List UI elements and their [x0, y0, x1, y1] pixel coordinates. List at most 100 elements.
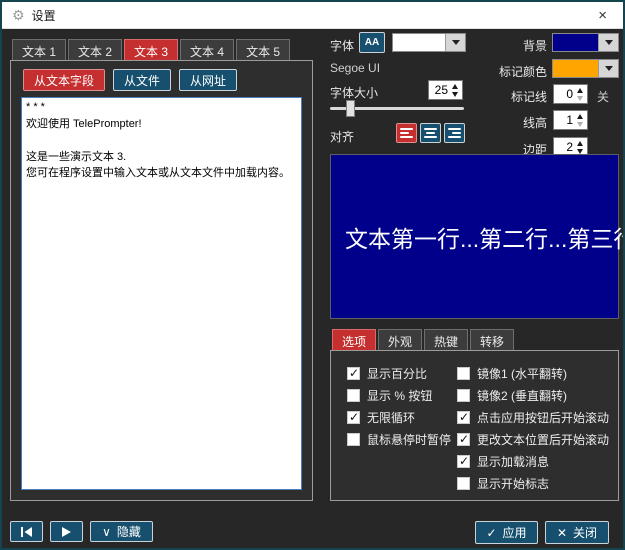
marker-color-swatch [553, 60, 598, 77]
option-checkbox-row[interactable]: 显示百分比 [347, 362, 451, 384]
align-center-button[interactable] [420, 123, 441, 143]
window-close-button[interactable]: × [592, 8, 613, 23]
current-font-name: Segoe UI [330, 61, 380, 75]
align-label: 对齐 [330, 128, 354, 145]
background-color-dropdown[interactable] [552, 33, 619, 52]
background-label: 背景 [472, 37, 547, 54]
font-picker-button[interactable]: AA [359, 32, 385, 53]
teleprompter-preview: 文本第一行...第二行...第三行 [330, 154, 619, 319]
checkbox-label: 显示加载消息 [477, 453, 549, 470]
spin-up-icon[interactable] [452, 84, 458, 89]
source-button[interactable]: 从网址 [179, 69, 237, 91]
spin-up-icon[interactable] [577, 141, 583, 146]
spin-down-icon[interactable] [452, 92, 458, 97]
play-button[interactable] [50, 521, 83, 542]
spin-down-icon[interactable] [577, 122, 583, 127]
checkbox-icon [457, 389, 470, 402]
checkbox-label: 显示 % 按钮 [367, 387, 432, 404]
checkbox-icon [347, 389, 360, 402]
font-label: 字体 [330, 37, 354, 54]
spin-up-icon[interactable] [577, 114, 583, 119]
source-buttons: 从文本字段 从文件 从网址 [23, 69, 237, 91]
apply-button[interactable]: ✓ 应用 [475, 521, 538, 544]
background-color-arrow[interactable] [598, 34, 618, 51]
checkbox-icon [347, 367, 360, 380]
font-color-swatch [393, 34, 445, 51]
checkbox-column-right: 镜像1 (水平翻转) 镜像2 (垂直翻转) 点击应用按钮后开始滚动 更改文本位置… [457, 362, 609, 494]
window-title: 设置 [32, 7, 56, 24]
hide-button[interactable]: ∨ 隐藏 [90, 521, 153, 542]
option-checkbox-row[interactable]: 点击应用按钮后开始滚动 [457, 406, 609, 428]
source-button[interactable]: 从文本字段 [23, 69, 105, 91]
option-checkbox-row[interactable]: 镜像1 (水平翻转) [457, 362, 609, 384]
apply-button-label: 应用 [503, 524, 527, 541]
option-checkbox-row[interactable]: 鼠标悬停时暂停 [347, 428, 451, 450]
checkbox-label: 显示百分比 [367, 365, 427, 382]
marker-color-dropdown[interactable] [552, 59, 619, 78]
check-icon: ✓ [486, 527, 496, 539]
spin-down-icon[interactable] [577, 149, 583, 154]
checkbox-icon [457, 477, 470, 490]
checkbox-label: 无限循环 [367, 409, 415, 426]
option-checkbox-row[interactable]: 镜像2 (垂直翻转) [457, 384, 609, 406]
font-picker-icon: AA [365, 37, 379, 48]
font-size-value: 25 [429, 83, 448, 97]
margin-value: 2 [554, 140, 573, 154]
checkbox-label: 镜像1 (水平翻转) [477, 365, 567, 382]
play-icon [62, 527, 71, 537]
checkbox-label: 显示开始标志 [477, 475, 549, 492]
checkbox-icon [347, 433, 360, 446]
checkbox-label: 更改文本位置后开始滚动 [477, 431, 609, 448]
marker-line-value: 0 [554, 87, 573, 101]
align-right-button[interactable] [444, 123, 465, 143]
option-checkbox-row[interactable]: 无限循环 [347, 406, 451, 428]
background-color-swatch [553, 34, 598, 51]
font-size-spinner[interactable]: 25 [428, 80, 463, 100]
close-icon: ✕ [557, 527, 567, 539]
marker-line-state: 关 [597, 88, 609, 105]
line-height-label: 线高 [472, 114, 547, 131]
font-size-label: 字体大小 [330, 84, 378, 101]
font-color-dropdown[interactable] [392, 33, 466, 52]
checkbox-label: 镜像2 (垂直翻转) [477, 387, 567, 404]
option-checkbox-row[interactable]: 显示开始标志 [457, 472, 609, 494]
slider-thumb[interactable] [346, 100, 355, 117]
text-source-group: 从文本字段 从文件 从网址 * * * 欢迎使用 TelePrompter! 这… [10, 60, 313, 501]
checkbox-icon [457, 455, 470, 468]
checkbox-label: 鼠标悬停时暂停 [367, 431, 451, 448]
skip-to-start-button[interactable] [10, 521, 43, 542]
line-height-value: 1 [554, 113, 573, 127]
option-checkbox-row[interactable]: 显示加载消息 [457, 450, 609, 472]
checkbox-icon [457, 367, 470, 380]
spin-down-icon[interactable] [577, 96, 583, 101]
options-group: 显示百分比 显示 % 按钮 无限循环 鼠标悬停时暂停 [330, 350, 619, 501]
checkbox-column-left: 显示百分比 显示 % 按钮 无限循环 鼠标悬停时暂停 [347, 362, 451, 450]
font-color-arrow[interactable] [445, 34, 465, 51]
marker-color-arrow[interactable] [598, 60, 618, 77]
close-button[interactable]: ✕ 关闭 [545, 521, 609, 544]
option-checkbox-row[interactable]: 显示 % 按钮 [347, 384, 451, 406]
option-checkbox-row[interactable]: 更改文本位置后开始滚动 [457, 428, 609, 450]
marker-color-label: 标记颜色 [472, 63, 547, 80]
checkbox-icon [347, 411, 360, 424]
skip-to-start-icon [21, 527, 32, 537]
source-button[interactable]: 从文件 [113, 69, 171, 91]
text-editor[interactable]: * * * 欢迎使用 TelePrompter! 这是一些演示文本 3. 您可在… [21, 97, 302, 490]
font-size-slider[interactable] [330, 100, 464, 117]
gear-icon: ⚙ [12, 8, 25, 22]
titlebar: ⚙ 设置 × [2, 2, 623, 29]
close-button-label: 关闭 [573, 524, 597, 541]
settings-window: ⚙ 设置 × 文本 1 文本 2 文本 3 文本 4 文本 5 从文本字段 从文… [0, 0, 625, 550]
dropdown-arrow-icon [452, 40, 460, 45]
hide-button-label: 隐藏 [117, 523, 141, 540]
checkbox-icon [457, 433, 470, 446]
checkbox-label: 点击应用按钮后开始滚动 [477, 409, 609, 426]
marker-line-label: 标记线 [472, 88, 547, 105]
align-left-button[interactable] [396, 123, 417, 143]
line-height-spinner[interactable]: 1 [553, 110, 588, 130]
marker-line-spinner[interactable]: 0 [553, 84, 588, 104]
spin-up-icon[interactable] [577, 88, 583, 93]
dropdown-arrow-icon [605, 40, 613, 45]
chevron-down-icon: ∨ [102, 526, 111, 538]
dropdown-arrow-icon [605, 66, 613, 71]
